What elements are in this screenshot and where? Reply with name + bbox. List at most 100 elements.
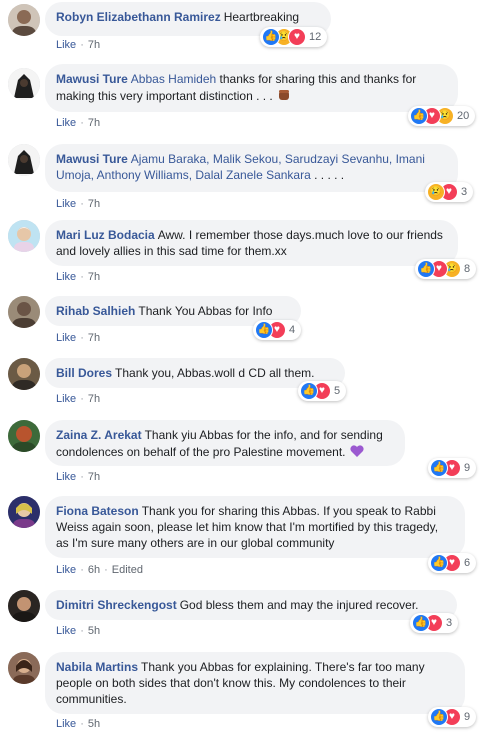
separator: · [80, 471, 84, 483]
reaction-count: 4 [289, 324, 296, 336]
avatar[interactable] [8, 144, 40, 176]
avatar[interactable] [8, 4, 40, 36]
comment-author[interactable]: Rihab Salhieh [56, 304, 135, 318]
like-reaction-icon: 👍 [262, 28, 280, 46]
like-reaction-icon: 👍 [430, 459, 448, 477]
separator: · [80, 625, 84, 637]
avatar[interactable] [8, 496, 40, 528]
comment-time[interactable]: 7h [88, 117, 100, 129]
comment-bubble: Mawusi Ture Ajamu Baraka, Malik Sekou, Sa… [45, 144, 458, 192]
avatar[interactable] [8, 68, 40, 100]
comment-bubble: Dimitri Shreckengost God bless them and m… [45, 590, 457, 620]
comment-bubble: Mawusi Ture Abbas Hamideh thanks for shar… [45, 64, 458, 112]
reaction-summary[interactable]: 👍 😢 ♥ 12 [260, 27, 328, 47]
comment-text: Heartbreaking [223, 10, 300, 24]
reaction-summary[interactable]: 👍 ♥ 😢 8 [415, 259, 477, 279]
comment-author[interactable]: Mawusi Ture [56, 72, 128, 86]
comment-text: Thank You Abbas for Info [138, 304, 273, 318]
comment-meta: Like · 7h [56, 331, 100, 345]
separator: · [80, 393, 84, 405]
like-reaction-icon: 👍 [410, 107, 428, 125]
like-reaction-icon: 👍 [430, 554, 448, 572]
reaction-count: 8 [464, 263, 471, 275]
comment-text: God bless them and may the injured recov… [179, 598, 419, 612]
comment-meta: Like · 7h [56, 197, 100, 211]
avatar[interactable] [8, 296, 40, 328]
comment-time[interactable]: 7h [88, 393, 100, 405]
comment-author[interactable]: Zaina Z. Arekat [56, 428, 142, 442]
comment-text: Thank you, Abbas.woll d CD all them. [115, 366, 315, 380]
avatar[interactable] [8, 220, 40, 252]
separator: · [104, 564, 108, 576]
reaction-summary[interactable]: 👍 ♥ 5 [298, 381, 347, 401]
like-link[interactable]: Like [56, 332, 76, 344]
comment-time[interactable]: 6h [88, 564, 100, 576]
separator: · [80, 39, 84, 51]
comment-time[interactable]: 7h [88, 39, 100, 51]
avatar[interactable] [8, 420, 40, 452]
comment-author[interactable]: Mawusi Ture [56, 152, 128, 166]
comment-bubble: Zaina Z. Arekat Thank yiu Abbas for the i… [45, 420, 405, 466]
reaction-count: 3 [446, 617, 453, 629]
reaction-summary[interactable]: 😢 ♥ 3 [425, 182, 474, 202]
like-link[interactable]: Like [56, 39, 76, 51]
reaction-summary[interactable]: 👍 ♥ 6 [428, 553, 477, 573]
comment-time[interactable]: 7h [88, 332, 100, 344]
reaction-count: 5 [334, 385, 341, 397]
comment-author[interactable]: Bill Dores [56, 366, 112, 380]
reaction-summary[interactable]: 👍 ♥ 4 [253, 320, 302, 340]
avatar[interactable] [8, 652, 40, 684]
like-link[interactable]: Like [56, 471, 76, 483]
like-link[interactable]: Like [56, 271, 76, 283]
reaction-summary[interactable]: 👍 ♥ 😢 20 [408, 106, 476, 126]
comment-bubble: Nabila Martins Thank you Abbas for explai… [45, 652, 465, 714]
like-link[interactable]: Like [56, 625, 76, 637]
comment-author[interactable]: Dimitri Shreckengost [56, 598, 177, 612]
comment-time[interactable]: 7h [88, 198, 100, 210]
comment-author[interactable]: Fiona Bateson [56, 504, 139, 518]
comment-time[interactable]: 7h [88, 471, 100, 483]
comment-meta: Like · 7h [56, 470, 100, 484]
separator: · [80, 198, 84, 210]
like-link[interactable]: Like [56, 564, 76, 576]
edited-label[interactable]: Edited [112, 564, 143, 576]
like-reaction-icon: 👍 [417, 260, 435, 278]
comment-meta: Like · 7h [56, 392, 100, 406]
comment-meta: Like · 5h [56, 624, 100, 638]
comment-author[interactable]: Mari Luz Bodacia [56, 228, 155, 242]
like-link[interactable]: Like [56, 393, 76, 405]
comment-author[interactable]: Robyn Elizabethann Ramirez [56, 10, 221, 24]
comment-time[interactable]: 5h [88, 625, 100, 637]
separator: · [80, 332, 84, 344]
like-link[interactable]: Like [56, 718, 76, 730]
like-link[interactable]: Like [56, 117, 76, 129]
reaction-count: 6 [464, 557, 471, 569]
comment-meta: Like · 7h [56, 38, 100, 52]
separator: · [80, 564, 84, 576]
reaction-count: 20 [457, 110, 470, 122]
comment-bubble: Mari Luz Bodacia Aww. I remember those da… [45, 220, 458, 266]
like-reaction-icon: 👍 [412, 614, 430, 632]
reaction-summary[interactable]: 👍 ♥ 9 [428, 458, 477, 478]
tagged-users[interactable]: Abbas Hamideh [131, 72, 216, 86]
love-reaction-icon: ♥ [288, 28, 306, 46]
comment-time[interactable]: 5h [88, 718, 100, 730]
sad-reaction-icon: 😢 [427, 183, 445, 201]
separator: · [80, 718, 84, 730]
comment-meta: Like · 7h [56, 116, 100, 130]
like-link[interactable]: Like [56, 198, 76, 210]
avatar[interactable] [8, 358, 40, 390]
separator: · [80, 117, 84, 129]
comment-time[interactable]: 7h [88, 271, 100, 283]
purple-heart-icon [349, 443, 365, 463]
comment-text: . . . . . [314, 168, 345, 182]
avatar[interactable] [8, 590, 40, 622]
separator: · [80, 271, 84, 283]
like-reaction-icon: 👍 [300, 382, 318, 400]
comment-meta: Like · 6h · Edited [56, 563, 143, 577]
raised-fist-icon [276, 87, 292, 107]
comment-meta: Like · 5h [56, 717, 100, 731]
reaction-summary[interactable]: 👍 ♥ 3 [410, 613, 459, 633]
comment-author[interactable]: Nabila Martins [56, 660, 138, 674]
reaction-summary[interactable]: 👍 ♥ 9 [428, 707, 477, 727]
